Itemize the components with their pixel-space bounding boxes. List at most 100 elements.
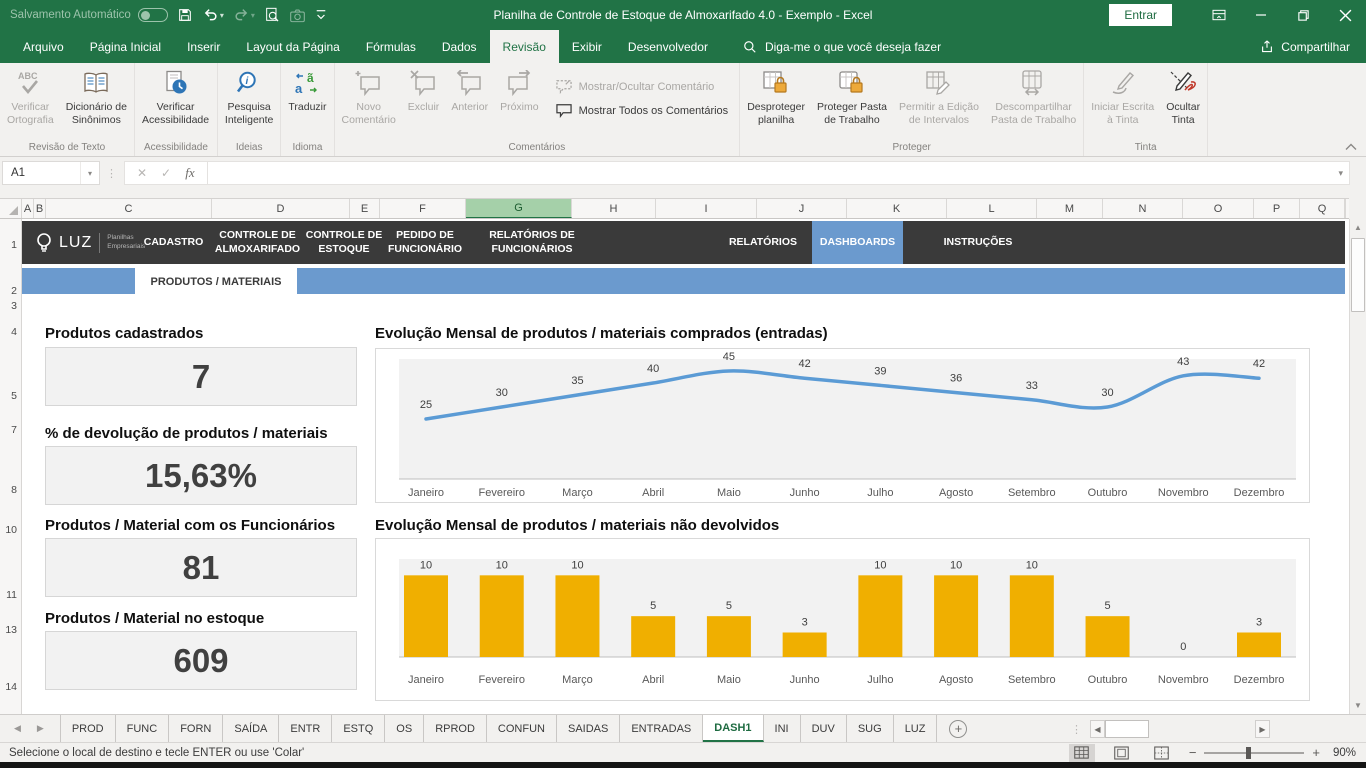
zoom-slider[interactable] xyxy=(1204,752,1304,754)
row-header-8[interactable]: 8 xyxy=(11,484,17,496)
normal-view-button[interactable] xyxy=(1069,744,1095,762)
sheet-tab-func[interactable]: FUNC xyxy=(116,715,170,742)
mostrar-todos-os-coment-rios-button[interactable]: Mostrar Todos os Comentários xyxy=(555,103,729,118)
column-header-d[interactable]: D xyxy=(212,199,350,218)
column-header-n[interactable]: N xyxy=(1103,199,1183,218)
tab-arquivo[interactable]: Arquivo xyxy=(10,30,77,63)
nav-item-controle-de-almoxarifado[interactable]: CONTROLE DE ALMOXARIFADO xyxy=(216,221,299,264)
scroll-right-icon[interactable]: ▶ xyxy=(1255,720,1270,738)
sheet-tab-estq[interactable]: ESTQ xyxy=(332,715,385,742)
select-all-corner[interactable] xyxy=(0,199,22,218)
nav-item-relat-rios-de-funcion-rios[interactable]: RELATÓRIOS DE FUNCIONÁRIOS xyxy=(463,221,601,264)
tab-layout-da-p-gina[interactable]: Layout da Página xyxy=(233,30,352,63)
proteger-pasta-de-trabalho-button[interactable]: Proteger Pasta de Trabalho xyxy=(811,64,893,141)
sheet-tab-sa-da[interactable]: SAÍDA xyxy=(223,715,279,742)
scroll-left-icon[interactable]: ◀ xyxy=(1090,720,1105,738)
close-button[interactable] xyxy=(1324,0,1366,30)
customize-qat-icon[interactable] xyxy=(315,8,327,22)
ribbon-display-options-icon[interactable] xyxy=(1198,0,1240,30)
tab-revis-o[interactable]: Revisão xyxy=(490,30,559,63)
next-sheet-icon[interactable]: ▶ xyxy=(37,723,44,734)
desproteger-planilha-button[interactable]: Desproteger planilha xyxy=(741,64,811,141)
tab-exibir[interactable]: Exibir xyxy=(559,30,615,63)
nav-item-controle-de-estoque[interactable]: CONTROLE DE ESTOQUE xyxy=(302,221,386,264)
column-header-h[interactable]: H xyxy=(572,199,656,218)
minimize-button[interactable] xyxy=(1240,0,1282,30)
pesquisa-inteligente-button[interactable]: iPesquisa Inteligente xyxy=(219,64,279,141)
tab-split-handle[interactable]: ⋮ xyxy=(1071,723,1082,736)
insert-function-icon[interactable]: fx xyxy=(179,165,201,181)
column-header-m[interactable]: M xyxy=(1037,199,1103,218)
row-header-13[interactable]: 13 xyxy=(5,624,17,636)
horizontal-scroll-thumb[interactable] xyxy=(1105,720,1149,738)
tab-p-gina-inicial[interactable]: Página Inicial xyxy=(77,30,174,63)
name-box[interactable]: A1 ▾ xyxy=(2,161,100,185)
print-preview-button[interactable] xyxy=(264,7,280,23)
traduzir-button[interactable]: ãaTraduzir xyxy=(282,64,332,141)
collapse-ribbon-icon[interactable] xyxy=(1345,143,1357,151)
share-button[interactable]: Compartilhar xyxy=(1259,30,1366,63)
undo-button[interactable]: ▾ xyxy=(202,7,224,23)
nav-item-instru-es[interactable]: INSTRUÇÕES xyxy=(903,221,1053,264)
sheet-tab-duv[interactable]: DUV xyxy=(801,715,847,742)
column-header-i[interactable]: I xyxy=(656,199,757,218)
row-header-11[interactable]: 11 xyxy=(6,589,17,601)
add-sheet-button[interactable]: + xyxy=(949,720,967,738)
ocultar-tinta-button[interactable]: Ocultar Tinta xyxy=(1160,64,1206,141)
tell-me-search[interactable]: Diga-me o que você deseja fazer xyxy=(743,30,941,63)
sheet-tab-saidas[interactable]: SAIDAS xyxy=(557,715,620,742)
dicion-rio-de-sin-nimos-button[interactable]: Dicionário de Sinônimos xyxy=(60,64,133,141)
name-box-dropdown-icon[interactable]: ▾ xyxy=(80,162,99,184)
sheet-tab-entradas[interactable]: ENTRADAS xyxy=(620,715,703,742)
restore-button[interactable] xyxy=(1282,0,1324,30)
nav-item-dashboards[interactable]: DASHBOARDS xyxy=(812,221,903,264)
tab-desenvolvedor[interactable]: Desenvolvedor xyxy=(615,30,721,63)
column-header-k[interactable]: K xyxy=(847,199,947,218)
sheet-tab-ini[interactable]: INI xyxy=(764,715,801,742)
column-header-p[interactable]: P xyxy=(1254,199,1300,218)
zoom-slider-thumb[interactable] xyxy=(1246,747,1251,759)
tab-f-rmulas[interactable]: Fórmulas xyxy=(353,30,429,63)
row-header-3[interactable]: 3 xyxy=(11,300,17,312)
autosave-toggle[interactable]: Salvamento Automático xyxy=(10,8,168,22)
column-header-j[interactable]: J xyxy=(757,199,847,218)
column-header-l[interactable]: L xyxy=(947,199,1037,218)
sheet-tab-entr[interactable]: ENTR xyxy=(279,715,332,742)
nav-item-cadastro[interactable]: CADASTRO xyxy=(134,221,213,264)
column-header-b[interactable]: B xyxy=(34,199,46,218)
vertical-scroll-thumb[interactable] xyxy=(1351,238,1365,312)
sheet-tab-prod[interactable]: PROD xyxy=(60,715,116,742)
row-header-7[interactable]: 7 xyxy=(11,424,17,436)
zoom-out-icon[interactable]: − xyxy=(1189,745,1197,760)
sheet-tab-os[interactable]: OS xyxy=(385,715,424,742)
zoom-level[interactable]: 90% xyxy=(1328,747,1356,759)
formula-bar-expand-icon[interactable]: ▾ xyxy=(1338,168,1349,179)
zoom-in-icon[interactable]: + xyxy=(1312,745,1320,760)
column-header-a[interactable]: A xyxy=(22,199,34,218)
sheet-tab-dash1[interactable]: DASH1 xyxy=(703,715,763,742)
autosave-switch-icon[interactable] xyxy=(138,8,168,22)
sheet-tab-confun[interactable]: CONFUN xyxy=(487,715,557,742)
column-header-q[interactable]: Q xyxy=(1300,199,1345,218)
nav-item-relat-rios[interactable]: RELATÓRIOS xyxy=(714,221,812,264)
sheet-tab-sug[interactable]: SUG xyxy=(847,715,894,742)
row-header-14[interactable]: 14 xyxy=(5,681,17,693)
sheet-tab-forn[interactable]: FORN xyxy=(169,715,223,742)
subtab-produtos-materiais[interactable]: PRODUTOS / MATERIAIS xyxy=(135,268,297,295)
column-header-f[interactable]: F xyxy=(380,199,466,218)
tab-dados[interactable]: Dados xyxy=(429,30,490,63)
column-header-e[interactable]: E xyxy=(350,199,380,218)
scroll-up-icon[interactable]: ▲ xyxy=(1350,219,1366,236)
formula-input[interactable]: ▾ xyxy=(208,161,1350,185)
vertical-scrollbar[interactable]: ▲ ▼ xyxy=(1349,219,1366,714)
prev-sheet-icon[interactable]: ◀ xyxy=(14,723,21,734)
column-header-c[interactable]: C xyxy=(46,199,212,218)
scroll-down-icon[interactable]: ▼ xyxy=(1350,697,1366,714)
sheet-tab-luz[interactable]: LUZ xyxy=(894,715,938,742)
column-header-g[interactable]: G xyxy=(466,199,572,218)
row-header-2[interactable]: 2 xyxy=(11,285,17,297)
row-header-5[interactable]: 5 xyxy=(11,390,17,402)
row-header-4[interactable]: 4 xyxy=(11,326,17,338)
column-header-o[interactable]: O xyxy=(1183,199,1254,218)
nav-item-pedido-de-funcion-rio[interactable]: PEDIDO DE FUNCIONÁRIO xyxy=(389,221,461,264)
